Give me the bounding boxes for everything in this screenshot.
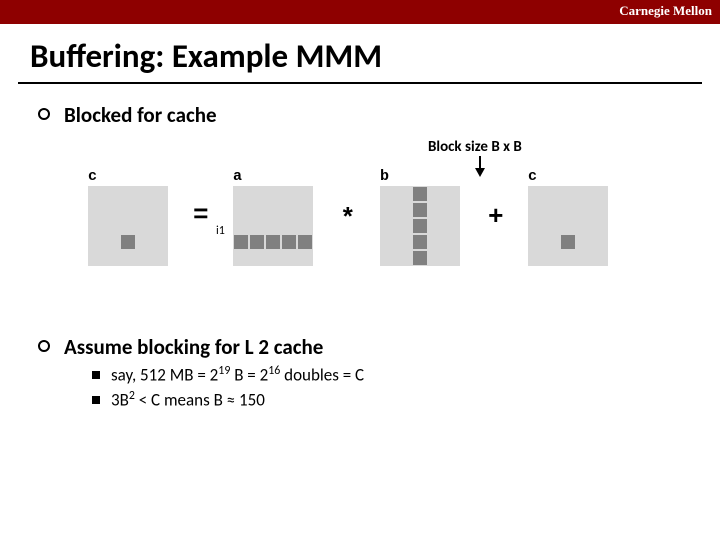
- matrix-c1: [88, 186, 168, 266]
- header-bar: Carnegie Mellon: [0, 0, 720, 24]
- mmm-diagram: Block size B x B c = a i1 * b: [58, 138, 720, 328]
- matrix-b: [380, 186, 460, 266]
- op-plus: +: [488, 202, 504, 232]
- c1-block: [120, 234, 136, 250]
- op-equals: =: [193, 200, 209, 230]
- sub-text-1: say, 512 MB = 219 B = 216 doubles = C: [111, 364, 364, 386]
- label-c1: c: [88, 168, 97, 185]
- bullet-blocked: Blocked for cache: [38, 102, 720, 128]
- label-a: a: [233, 168, 242, 185]
- brand-text: Carnegie Mellon: [619, 3, 712, 19]
- matrix-a: [233, 186, 313, 266]
- sub-item-2: 3B2 < C means B ≈ 150: [92, 389, 720, 411]
- op-multiply: *: [340, 204, 356, 234]
- bullet-icon: [38, 108, 50, 120]
- bullet-icon: [38, 340, 50, 352]
- sub-text-2: 3B2 < C means B ≈ 150: [111, 389, 265, 411]
- content-area: Blocked for cache Block size B x B c = a…: [38, 102, 720, 413]
- bullet-assume: Assume blocking for L 2 cache say, 512 M…: [38, 334, 720, 413]
- sub-item-1: say, 512 MB = 219 B = 216 doubles = C: [92, 364, 720, 386]
- label-c2: c: [528, 168, 537, 185]
- bullet-text-2: Assume blocking for L 2 cache: [64, 334, 720, 360]
- title-rule: [18, 82, 702, 84]
- b-col-block: [412, 186, 428, 202]
- arrow-down-icon: [475, 168, 485, 177]
- slide-title: Buffering: Example MMM: [30, 36, 720, 76]
- bullet-text: Blocked for cache: [64, 102, 217, 128]
- label-b: b: [380, 168, 389, 185]
- label-i1: i1: [216, 224, 225, 238]
- block-size-annotation: Block size B x B: [428, 138, 522, 156]
- square-bullet-icon: [92, 396, 100, 404]
- c2-block: [560, 234, 576, 250]
- a-row-block: [233, 234, 249, 250]
- matrix-c2: [528, 186, 608, 266]
- sub-list: say, 512 MB = 219 B = 216 doubles = C 3B…: [92, 364, 720, 410]
- square-bullet-icon: [92, 371, 100, 379]
